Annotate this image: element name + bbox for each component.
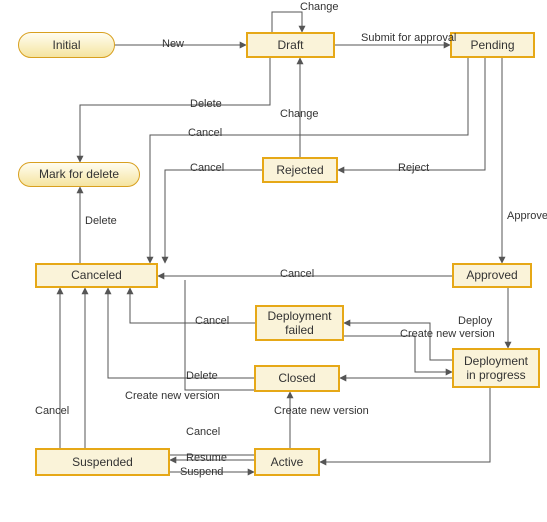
- state-closed: Closed: [254, 365, 340, 392]
- edge-cancel-active: Cancel: [186, 426, 220, 438]
- edge-cancel-pending: Cancel: [188, 127, 222, 139]
- node-label: Deployment in progress: [462, 354, 530, 383]
- edge-change-self: Change: [300, 1, 339, 13]
- state-pending: Pending: [450, 32, 535, 58]
- node-label: Deployment failed: [265, 309, 334, 338]
- state-mark-for-delete: Mark for delete: [18, 162, 140, 187]
- edge-new: New: [162, 38, 184, 50]
- edge-cancel-approved: Cancel: [280, 268, 314, 280]
- edge-change-back: Change: [280, 108, 319, 120]
- edge-delete-canceled: Delete: [85, 215, 117, 227]
- state-rejected: Rejected: [262, 157, 338, 183]
- node-label: Closed: [278, 371, 315, 385]
- node-label: Pending: [470, 38, 514, 52]
- state-draft: Draft: [246, 32, 335, 58]
- state-deployment-in-progress: Deployment in progress: [452, 348, 540, 388]
- edge-cnv-dip: Create new version: [400, 328, 442, 340]
- edge-cnv-active: Create new version: [274, 405, 316, 417]
- node-label: Draft: [277, 38, 303, 52]
- node-label: Approved: [466, 268, 517, 282]
- edge-cancel-suspended: Cancel: [35, 405, 69, 417]
- node-label: Mark for delete: [39, 167, 119, 181]
- edge-layer: [0, 0, 547, 522]
- edge-resume: Resume: [186, 452, 227, 464]
- edge-cancel-depfail: Cancel: [195, 315, 229, 327]
- edge-reject: Reject: [398, 162, 429, 174]
- node-label: Initial: [52, 38, 80, 52]
- state-canceled: Canceled: [35, 263, 158, 288]
- state-approved: Approved: [452, 263, 532, 288]
- edge-delete-closed: Delete: [186, 370, 218, 382]
- state-deployment-failed: Deployment failed: [255, 305, 344, 341]
- state-active: Active: [254, 448, 320, 476]
- node-label: Canceled: [71, 268, 122, 282]
- state-initial: Initial: [18, 32, 115, 58]
- node-label: Rejected: [276, 163, 323, 177]
- edge-submit: Submit for approval: [361, 32, 421, 44]
- edge-cnv-closed: Create new version: [125, 390, 185, 402]
- edge-approved: Approved: [507, 210, 547, 222]
- state-suspended: Suspended: [35, 448, 170, 476]
- edge-delete-draft: Delete: [190, 98, 222, 110]
- edge-cancel-rejected: Cancel: [190, 162, 224, 174]
- node-label: Active: [271, 455, 304, 469]
- edge-suspend: Suspend: [180, 466, 223, 478]
- edge-deploy: Deploy: [458, 315, 492, 327]
- node-label: Suspended: [72, 455, 133, 469]
